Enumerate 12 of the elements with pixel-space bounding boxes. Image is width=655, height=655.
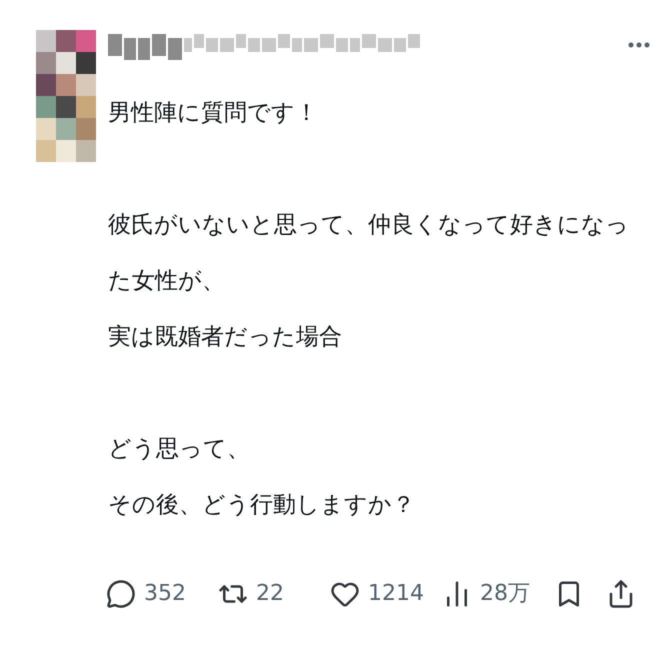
views-button[interactable]: 28万 (442, 577, 554, 610)
more-icon[interactable] (628, 42, 650, 48)
post-text-line: 彼氏がいないと思って、仲良くなって好きになっ (108, 211, 629, 240)
reply-icon (106, 578, 136, 608)
like-button[interactable]: 1214 (330, 577, 442, 610)
repost-button[interactable]: 22 (218, 577, 330, 610)
post-text-line: 実は既婚者だった場合 (108, 323, 342, 352)
post-text-line: 男性陣に質問です！ (108, 99, 318, 128)
post-text-line: その後、どう行動しますか？ (108, 491, 415, 520)
post-text-line: た女性が、 (108, 267, 225, 296)
reply-button[interactable]: 352 (106, 577, 218, 610)
post-text-line: どう思って、 (108, 435, 250, 464)
